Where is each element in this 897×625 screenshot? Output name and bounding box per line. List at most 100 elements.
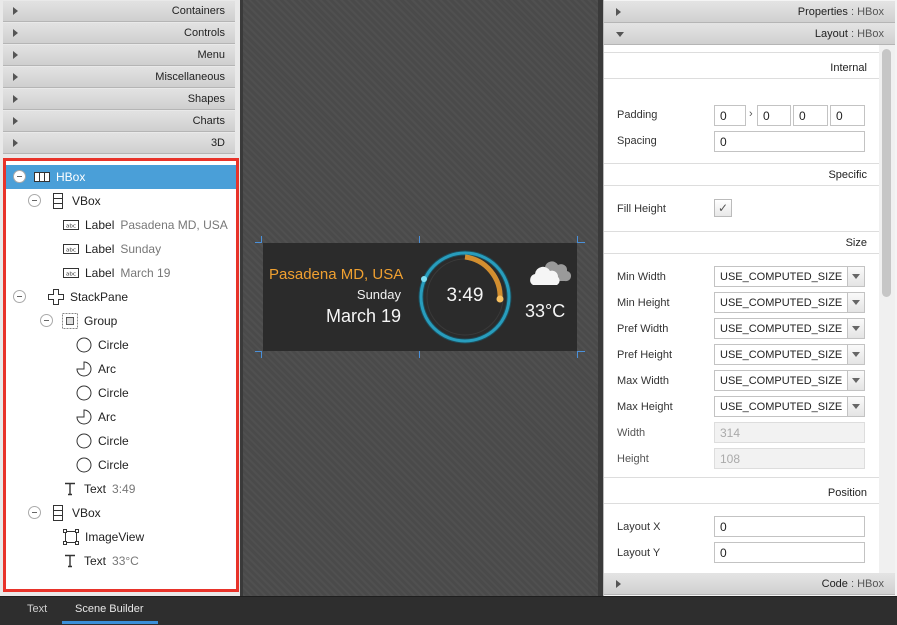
padding-left-field[interactable]: 0 bbox=[830, 105, 865, 126]
hierarchy-tree[interactable]: HBox VBox abc Label Pasadena MD, USA abc… bbox=[3, 158, 239, 592]
min-width-combo[interactable]: USE_COMPUTED_SIZE bbox=[714, 266, 865, 287]
fill-height-checkbox[interactable]: ✓ bbox=[714, 199, 732, 217]
padding-right-field[interactable]: 0 bbox=[757, 105, 791, 126]
tree-node-circle[interactable]: Circle bbox=[6, 429, 236, 453]
layout-x-field[interactable]: 0 bbox=[714, 516, 865, 537]
pref-height-label: Pref Height bbox=[617, 349, 673, 361]
collapse-icon[interactable] bbox=[28, 194, 41, 207]
city-label: Pasadena MD, USA bbox=[269, 266, 404, 283]
collapse-icon[interactable] bbox=[13, 290, 26, 303]
min-height-combo[interactable]: USE_COMPUTED_SIZE bbox=[714, 292, 865, 313]
hbox-icon bbox=[34, 169, 50, 185]
tab-scene-builder[interactable]: Scene Builder bbox=[75, 603, 144, 615]
label-icon: abc bbox=[63, 217, 79, 233]
tree-node-vbox[interactable]: VBox bbox=[6, 501, 236, 525]
tree-node-hbox[interactable]: HBox bbox=[6, 165, 236, 189]
library-section-controls[interactable]: Controls bbox=[3, 23, 235, 44]
pref-width-label: Pref Width bbox=[617, 323, 669, 335]
chevron-right-icon bbox=[13, 73, 18, 81]
tree-node-stackpane[interactable]: StackPane bbox=[6, 285, 236, 309]
padding-top-field[interactable]: 0 bbox=[714, 105, 746, 126]
library-section-containers[interactable]: Containers bbox=[3, 1, 235, 22]
arc-icon bbox=[76, 361, 92, 377]
tab-text[interactable]: Text bbox=[27, 603, 47, 615]
dropdown-arrow-icon[interactable] bbox=[847, 319, 864, 338]
design-canvas[interactable]: Pasadena MD, USA Sunday March 19 3:49 33… bbox=[243, 0, 598, 596]
tree-node-label[interactable]: abc Label Sunday bbox=[6, 237, 236, 261]
tree-node-arc[interactable]: Arc bbox=[6, 405, 236, 429]
dropdown-arrow-icon[interactable] bbox=[847, 293, 864, 312]
library-section-shapes[interactable]: Shapes bbox=[3, 89, 235, 110]
tree-node-group[interactable]: Group bbox=[6, 309, 236, 333]
vbox-icon bbox=[50, 193, 66, 209]
chevron-right-icon bbox=[13, 7, 18, 15]
divider bbox=[604, 253, 879, 254]
layout-x-label: Layout X bbox=[617, 521, 661, 533]
inspector-panel: Properties : HBox Layout : HBox Internal… bbox=[603, 0, 897, 596]
weather-widget-hbox[interactable]: Pasadena MD, USA Sunday March 19 3:49 33… bbox=[263, 243, 577, 351]
circle-icon bbox=[76, 337, 92, 353]
layout-y-field[interactable]: 0 bbox=[714, 542, 865, 563]
height-label: Height bbox=[617, 453, 649, 465]
selection-handle[interactable] bbox=[255, 242, 262, 243]
properties-section-header[interactable]: Properties : HBox bbox=[604, 1, 895, 23]
tree-node-circle[interactable]: Circle bbox=[6, 333, 236, 357]
divider bbox=[604, 503, 879, 504]
svg-text:abc: abc bbox=[66, 248, 76, 254]
selection-handle[interactable] bbox=[419, 236, 420, 243]
layout-section-header[interactable]: Layout : HBox bbox=[604, 23, 895, 45]
library-section-3d[interactable]: 3D bbox=[3, 133, 235, 154]
tree-node-imageview[interactable]: ImageView bbox=[6, 525, 236, 549]
dropdown-arrow-icon[interactable] bbox=[847, 267, 864, 286]
svg-text:abc: abc bbox=[66, 224, 76, 230]
tree-node-arc[interactable]: Arc bbox=[6, 357, 236, 381]
selection-handle[interactable] bbox=[577, 242, 585, 243]
dropdown-arrow-icon[interactable] bbox=[847, 397, 864, 416]
chevron-right-icon bbox=[616, 8, 621, 16]
tree-node-circle[interactable]: Circle bbox=[6, 453, 236, 477]
active-tab-indicator bbox=[62, 621, 158, 624]
tree-node-text[interactable]: Text 33°C bbox=[6, 549, 236, 573]
tree-node-label[interactable]: abc Label March 19 bbox=[6, 261, 236, 285]
min-width-label: Min Width bbox=[617, 271, 666, 283]
inspector-scrollbar[interactable] bbox=[879, 45, 895, 573]
label-icon: abc bbox=[63, 265, 79, 281]
padding-bottom-field[interactable]: 0 bbox=[793, 105, 828, 126]
library-section-charts[interactable]: Charts bbox=[3, 111, 235, 132]
max-height-combo[interactable]: USE_COMPUTED_SIZE bbox=[714, 396, 865, 417]
section-title-size: Size bbox=[845, 237, 867, 249]
tree-node-vbox[interactable]: VBox bbox=[6, 189, 236, 213]
collapse-icon[interactable] bbox=[13, 170, 26, 183]
cloud-icon bbox=[530, 261, 572, 285]
library-section-menu[interactable]: Menu bbox=[3, 45, 235, 66]
group-icon bbox=[62, 313, 78, 329]
tree-node-circle[interactable]: Circle bbox=[6, 381, 236, 405]
spacing-field[interactable]: 0 bbox=[714, 131, 865, 152]
selection-handle[interactable] bbox=[255, 351, 262, 352]
collapse-icon[interactable] bbox=[28, 506, 41, 519]
library-section-miscellaneous[interactable]: Miscellaneous bbox=[3, 67, 235, 88]
arc-icon bbox=[76, 409, 92, 425]
tree-node-text[interactable]: Text 3:49 bbox=[6, 477, 236, 501]
dropdown-arrow-icon[interactable] bbox=[847, 371, 864, 390]
code-section-header[interactable]: Code : HBox bbox=[604, 573, 895, 595]
link-arrow-icon[interactable]: › bbox=[749, 108, 753, 120]
chevron-right-icon bbox=[616, 580, 621, 588]
layout-properties: Internal Padding 0 › 0 0 0 Spacing 0 Spe… bbox=[604, 45, 879, 573]
date-label: March 19 bbox=[325, 306, 401, 326]
selection-handle[interactable] bbox=[577, 351, 585, 352]
collapse-icon[interactable] bbox=[40, 314, 53, 327]
pref-height-combo[interactable]: USE_COMPUTED_SIZE bbox=[714, 344, 865, 365]
tree-node-label[interactable]: abc Label Pasadena MD, USA bbox=[6, 213, 236, 237]
scrollbar-thumb[interactable] bbox=[882, 49, 891, 297]
max-width-combo[interactable]: USE_COMPUTED_SIZE bbox=[714, 370, 865, 391]
time-text: 3:49 bbox=[446, 285, 484, 306]
selection-handle[interactable] bbox=[577, 351, 578, 358]
dropdown-arrow-icon[interactable] bbox=[847, 345, 864, 364]
selection-handle[interactable] bbox=[261, 351, 262, 358]
text-icon bbox=[62, 481, 78, 497]
width-label: Width bbox=[617, 427, 646, 439]
selection-handle[interactable] bbox=[419, 351, 420, 358]
stackpane-icon bbox=[48, 289, 64, 305]
pref-width-combo[interactable]: USE_COMPUTED_SIZE bbox=[714, 318, 865, 339]
